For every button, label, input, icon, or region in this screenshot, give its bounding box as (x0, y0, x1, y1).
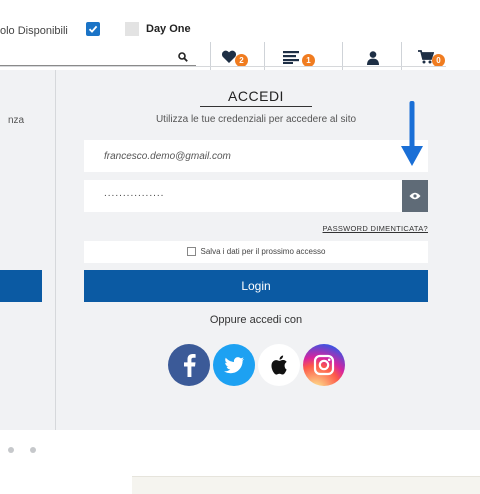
email-field[interactable] (84, 140, 428, 172)
arrow-down-icon (401, 101, 423, 166)
user-icon (367, 51, 379, 65)
instagram-login-button[interactable] (303, 344, 345, 386)
side-panel-text: nza (8, 115, 25, 126)
available-filter-label: olo Disponibili (0, 25, 68, 37)
carousel-dot[interactable] (8, 447, 14, 453)
list-icon (283, 51, 299, 64)
title-underline (200, 106, 312, 107)
twitter-icon (224, 357, 244, 374)
carousel-dots (8, 440, 52, 458)
alt-login-label: Oppure accedi con (209, 314, 303, 326)
panel-top-border (0, 66, 446, 72)
apple-icon (271, 355, 287, 375)
dayone-label: Day One (146, 23, 191, 35)
remember-me-checkbox[interactable] (186, 247, 196, 257)
side-panel-button[interactable] (0, 270, 42, 302)
search-icon[interactable] (178, 52, 188, 62)
checkmark-icon (88, 25, 98, 33)
login-title: ACCEDI (228, 88, 284, 104)
login-subtitle: Utilizza le tue credenziali per accedere… (155, 114, 357, 125)
password-field[interactable]: ................ (84, 180, 402, 212)
show-password-button[interactable] (402, 180, 428, 212)
instagram-icon (313, 354, 335, 376)
available-checkbox[interactable] (86, 22, 100, 36)
carousel-dot[interactable] (30, 447, 36, 453)
apple-login-button[interactable] (258, 344, 300, 386)
remember-me-label: Salva i dati per il prossimo accesso (200, 247, 326, 256)
product-card[interactable] (132, 476, 480, 494)
login-button[interactable]: Login (84, 270, 428, 302)
filter-bar: olo Disponibili Day One (0, 0, 480, 40)
forgot-password-link[interactable]: PASSWORD DIMENTICATA? (323, 224, 428, 233)
facebook-icon (184, 354, 196, 377)
dayone-checkbox[interactable] (125, 22, 139, 36)
facebook-login-button[interactable] (168, 344, 210, 386)
twitter-login-button[interactable] (213, 344, 255, 386)
remember-me-row[interactable]: Salva i dati per il prossimo accesso (84, 241, 428, 263)
eye-icon (409, 192, 421, 200)
